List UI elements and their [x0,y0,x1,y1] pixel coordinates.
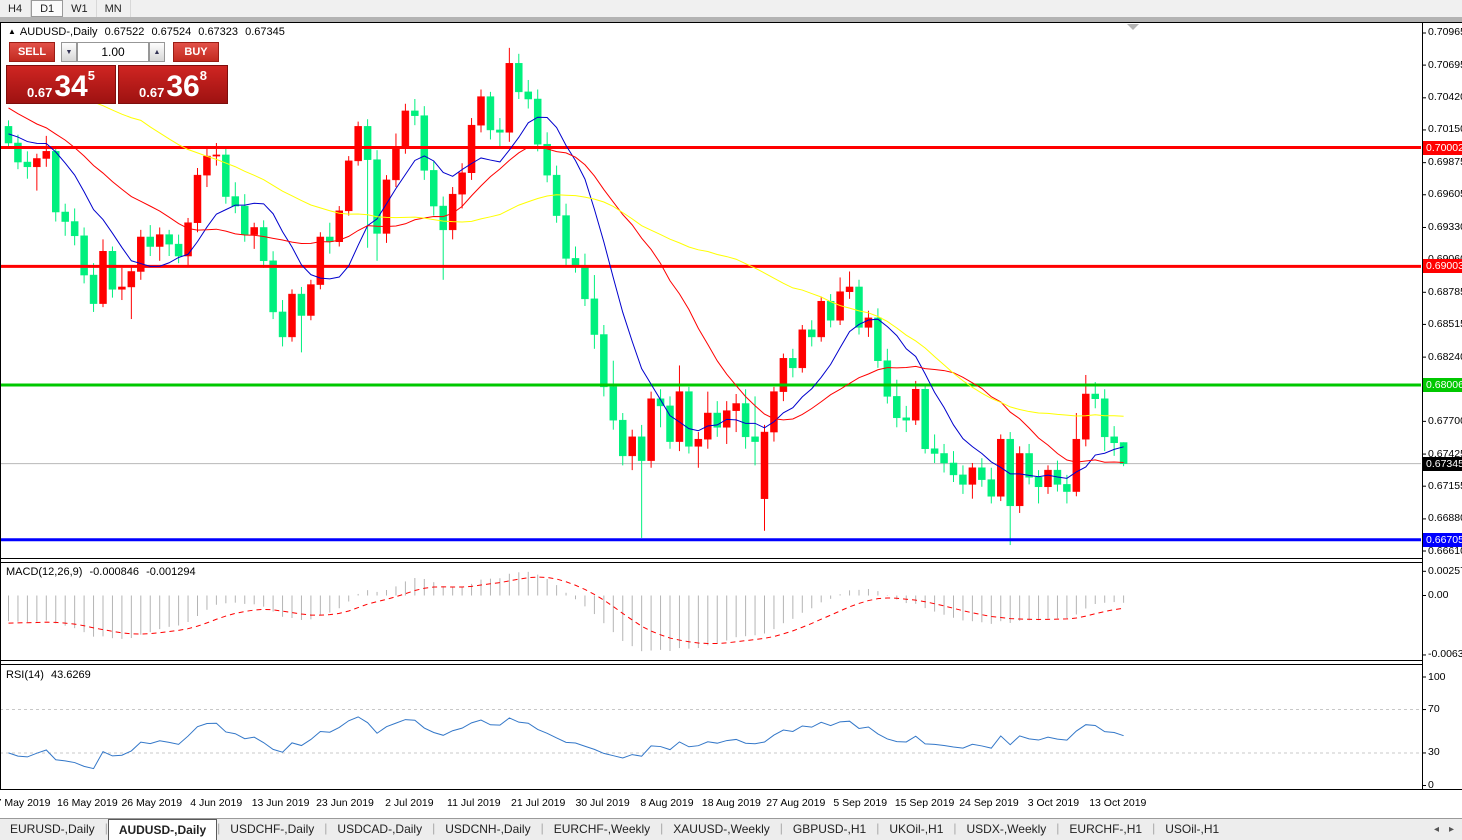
date-label: 8 Aug 2019 [640,797,694,809]
level-tag-0.66705: 0.66705 [1423,532,1462,547]
date-label: 13 Oct 2019 [1089,797,1147,809]
macd-signal-line [8,576,1124,644]
chart-shift-marker [1127,24,1139,30]
rsi-value: 43.6269 [50,669,91,681]
volume-input[interactable]: 1.00 [77,42,149,62]
price-tick-0.69875: 0.69875 [1428,156,1462,169]
macd-signal-value: -0.001294 [146,566,196,578]
current-price-tag: 0.67345 [1423,456,1462,471]
price-tick-0.69605: 0.69605 [1428,188,1462,201]
tab-usoil-h1[interactable]: USOil-,H1 [1155,819,1229,840]
macd-tick--0.006326: -0.006326 [1428,648,1462,661]
price-tick-0.68515: 0.68515 [1428,317,1462,330]
price-tick-0.70420: 0.70420 [1428,91,1462,104]
date-label: 5 Sep 2019 [833,797,888,809]
rsi-tick-70: 70 [1428,703,1440,716]
quote-header: ▲ AUDUSD-,Daily 0.67522 0.67524 0.67323 0… [8,26,289,38]
price-tick-0.70150: 0.70150 [1428,123,1462,136]
tab-usdchf-daily[interactable]: USDCHF-,Daily [220,819,324,840]
tab-scroll-arrows: ◂ ▸ [1434,819,1462,840]
buy-price-base: 0.67 [139,85,165,100]
date-label: 27 Aug 2019 [766,797,826,809]
sell-price-big: 34 [54,70,88,103]
candles-layer [4,47,1128,546]
sell-price-box[interactable]: 0.67 34 5 [6,65,116,104]
symbol-collapse-icon[interactable]: ▲ [8,27,16,36]
level-tag-0.69003: 0.69003 [1423,259,1462,274]
date-label: 21 Jul 2019 [511,797,566,809]
price-tick-0.67155: 0.67155 [1428,479,1462,492]
date-label: 26 May 2019 [121,797,183,809]
symbol-label: AUDUSD-,Daily [19,26,98,38]
chart-canvas[interactable] [0,0,1462,840]
rsi-panel [1,709,1421,770]
volume-increase-button[interactable]: ▲ [149,42,165,62]
rsi-tick-0: 0 [1428,779,1434,791]
date-label: 30 Jul 2019 [575,797,630,809]
tab-audusd-daily[interactable]: AUDUSD-,Daily [107,819,218,840]
price-tick-0.68240: 0.68240 [1428,350,1462,363]
tab-eurusd-daily[interactable]: EURUSD-,Daily [0,819,105,840]
rsi-line [8,716,1124,770]
macd-title: MACD(12,26,9) [6,566,83,578]
date-label: 11 Jul 2019 [447,797,501,809]
level-tag-0.68006: 0.68006 [1423,377,1462,392]
terminal-window: H4 D1 W1 MN ▲ AUDUSD-,Daily 0.67522 0.675… [0,0,1462,840]
buy-price-sup: 8 [199,68,207,83]
main-price-panel [1,47,1421,546]
quote-high: 0.67524 [151,26,192,38]
date-label: 24 Sep 2019 [959,797,1019,809]
tab-scroll-left-icon[interactable]: ◂ [1434,824,1439,835]
quote-close: 0.67345 [245,26,285,38]
tab-usdcad-daily[interactable]: USDCAD-,Daily [327,819,432,840]
macd-tick-0.002574: 0.002574 [1428,564,1462,577]
macd-main-value: -0.000846 [89,566,140,578]
date-label: 7 May 2019 [0,797,51,809]
rsi-label: RSI(14) 43.6269 [6,669,95,681]
price-tick-0.70965: 0.70965 [1428,26,1462,39]
level-tag-0.70002: 0.70002 [1423,140,1462,155]
date-label: 13 Jun 2019 [251,797,310,809]
macd-tick-0.00: 0.00 [1428,589,1449,601]
sell-button[interactable]: SELL [9,42,55,62]
buy-price-box[interactable]: 0.67 36 8 [118,65,228,104]
sell-price-sup: 5 [87,68,95,83]
price-tick-0.68785: 0.68785 [1428,285,1462,298]
buy-price-big: 36 [166,70,200,103]
date-label: 3 Oct 2019 [1027,797,1080,809]
date-label: 4 Jun 2019 [190,797,243,809]
buy-button[interactable]: BUY [173,42,219,62]
date-label: 16 May 2019 [57,797,118,809]
sell-price-base: 0.67 [27,85,53,100]
tab-usdx-weekly[interactable]: USDX-,Weekly [957,819,1057,840]
quote-low: 0.67323 [198,26,239,38]
date-label: 23 Jun 2019 [316,797,374,809]
date-label: 2 Jul 2019 [385,797,434,809]
tab-scroll-right-icon[interactable]: ▸ [1449,824,1454,835]
rsi-tick-30: 30 [1428,746,1440,759]
tab-ukoil-h1[interactable]: UKOil-,H1 [879,819,953,840]
rsi-tick-100: 100 [1428,670,1446,683]
price-tick-0.69330: 0.69330 [1428,220,1462,233]
tab-xauusd-weekly[interactable]: XAUUSD-,Weekly [663,819,779,840]
mid-ma [8,107,1124,463]
price-tick-0.66880: 0.66880 [1428,512,1462,525]
tab-eurchf-weekly[interactable]: EURCHF-,Weekly [544,819,660,840]
one-click-trading-panel: SELL ▼ 1.00 ▲ BUY 0.67 34 5 0.67 36 8 [6,42,230,104]
date-label: 18 Aug 2019 [701,797,761,809]
chart-tab-bar: EURUSD-,Daily | AUDUSD-,Daily | USDCHF-,Dail… [0,818,1462,840]
volume-decrease-button[interactable]: ▼ [61,42,77,62]
tab-usdcnh-daily[interactable]: USDCNH-,Daily [435,819,540,840]
rsi-title: RSI(14) [6,669,44,681]
macd-label: MACD(12,26,9) -0.000846 -0.001294 [6,566,200,578]
price-tick-0.70695: 0.70695 [1428,58,1462,71]
date-label: 15 Sep 2019 [894,797,955,809]
quote-open: 0.67522 [104,26,145,38]
tab-gbpusd-h1[interactable]: GBPUSD-,H1 [783,819,876,840]
macd-panel [8,571,1125,652]
tab-eurchf-h1[interactable]: EURCHF-,H1 [1059,819,1152,840]
price-tick-0.67700: 0.67700 [1428,414,1462,427]
fast-ma [8,116,1124,479]
